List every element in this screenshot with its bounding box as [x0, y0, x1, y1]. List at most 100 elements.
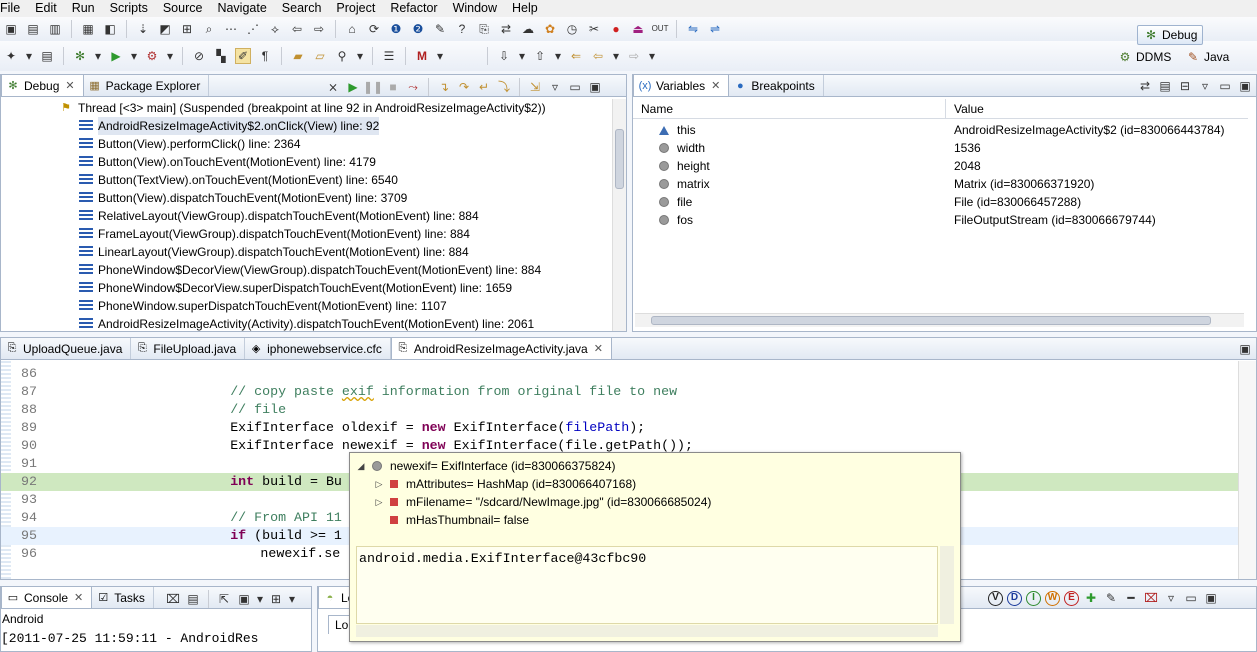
dropdown-icon[interactable]: ▾: [288, 591, 296, 607]
edit-filter-icon[interactable]: ✎: [1103, 590, 1119, 606]
dropdown-icon[interactable]: ▾: [25, 48, 33, 64]
menu-file[interactable]: File: [0, 0, 27, 17]
sync-icon[interactable]: ⇄: [498, 21, 514, 37]
hover-root-node[interactable]: ◢ newexif= ExifInterface (id=83006637582…: [356, 457, 954, 475]
comment-icon[interactable]: ⋰: [245, 21, 261, 37]
variable-row[interactable]: matrix Matrix (id=830066371920): [633, 175, 1246, 193]
dropdown-icon[interactable]: ▾: [130, 48, 138, 64]
save-icon[interactable]: ▤: [25, 21, 41, 37]
stack-frame[interactable]: Button(View).onTouchEvent(MotionEvent) l…: [1, 153, 612, 171]
tab-console[interactable]: ▭ Console ✕: [1, 586, 93, 608]
variable-row[interactable]: this AndroidResizeImageActivity$2 (id=830…: [633, 121, 1246, 139]
maximize-icon[interactable]: ▣: [587, 79, 603, 95]
variable-row[interactable]: file File (id=830066457288): [633, 193, 1246, 211]
stack-frame[interactable]: RelativeLayout(ViewGroup).dispatchTouchE…: [1, 207, 612, 225]
log-level-i-button[interactable]: I: [1026, 590, 1041, 606]
editor-tab[interactable]: ⎘ UploadQueue.java: [1, 338, 132, 359]
code-line[interactable]: 86: [1, 365, 1238, 383]
open-console-icon[interactable]: ⊞: [268, 591, 284, 607]
collapse-arrow-icon[interactable]: ◢: [356, 457, 366, 475]
back-icon[interactable]: ⇦: [289, 21, 305, 37]
variable-row[interactable]: height 2048: [633, 157, 1246, 175]
remove-terminated-icon[interactable]: ⨯: [325, 79, 341, 95]
menu-help[interactable]: Help: [504, 0, 545, 17]
stack-frame[interactable]: Button(TextView).onTouchEvent(MotionEven…: [1, 171, 612, 189]
code-line[interactable]: 87 // copy paste exif information from or…: [1, 383, 1238, 401]
dropdown-icon[interactable]: ▾: [612, 48, 620, 64]
clock-icon[interactable]: ◷: [564, 21, 580, 37]
dropdown-icon[interactable]: ▾: [436, 48, 444, 64]
hover-field-node[interactable]: mHasThumbnail= false: [356, 511, 954, 529]
cloud-icon[interactable]: ☁: [520, 21, 536, 37]
menu-edit[interactable]: Edit: [27, 0, 64, 17]
suspend-icon[interactable]: ❚❚: [363, 79, 383, 95]
show-logical-structure-icon[interactable]: ▤: [1157, 78, 1173, 94]
dropdown-icon[interactable]: ▾: [518, 48, 526, 64]
stack-frame[interactable]: Button(View).dispatchTouchEvent(MotionEv…: [1, 189, 612, 207]
hover-field-node[interactable]: ▷ mFilename= "/sdcard/NewImage.jpg" (id=8…: [356, 493, 954, 511]
toggle-mark-icon[interactable]: ⟡: [267, 21, 283, 37]
hover-detail-pane[interactable]: android.media.ExifInterface@43cfbc90: [356, 546, 938, 624]
dropdown-icon[interactable]: ▾: [94, 48, 102, 64]
breakpoint-skip-icon[interactable]: ⊘: [191, 48, 207, 64]
new-class-icon[interactable]: ◧: [102, 21, 118, 37]
menu-run[interactable]: Run: [64, 0, 102, 17]
editor-tab[interactable]: ⎘ AndroidResizeImageActivity.java ✕: [390, 337, 612, 359]
search-icon[interactable]: ⌕: [201, 21, 217, 37]
next-annotation-icon[interactable]: ⇩: [496, 48, 512, 64]
disconnect-icon[interactable]: ⤳: [405, 79, 421, 95]
view-menu-icon[interactable]: ▿: [1163, 590, 1179, 606]
menu-project[interactable]: Project: [328, 0, 382, 17]
open-icon[interactable]: ▤: [39, 48, 55, 64]
code-line[interactable]: 88 // file: [1, 401, 1238, 419]
tab-breakpoints[interactable]: ● Breakpoints: [729, 75, 824, 96]
pen-icon[interactable]: ✎: [432, 21, 448, 37]
console-output[interactable]: Android [2011-07-25 11:59:11 - AndroidRe…: [1, 610, 311, 651]
refresh-icon[interactable]: ⟳: [366, 21, 382, 37]
step-2-icon[interactable]: ❷: [410, 21, 426, 37]
link-icon[interactable]: ⇋: [685, 21, 701, 37]
open-resource-icon[interactable]: ◩: [157, 21, 173, 37]
pin-console-icon[interactable]: ⇱: [216, 591, 232, 607]
previous-annotation-icon[interactable]: ⇧: [532, 48, 548, 64]
variable-row[interactable]: fos FileOutputStream (id=830066679744): [633, 211, 1246, 229]
maximize-icon[interactable]: ▣: [1203, 590, 1219, 606]
dropdown-icon[interactable]: ▾: [554, 48, 562, 64]
log-level-d-button[interactable]: D: [1007, 590, 1022, 606]
unlink-icon[interactable]: ⇌: [707, 21, 723, 37]
view-menu-icon[interactable]: ▿: [1197, 78, 1213, 94]
forward-icon[interactable]: ⇨: [311, 21, 327, 37]
forward-nav-icon[interactable]: ⇨: [626, 48, 642, 64]
step-into-icon[interactable]: ↴: [436, 79, 452, 95]
palette-icon[interactable]: ✿: [542, 21, 558, 37]
deploy-icon[interactable]: ⏏: [630, 21, 646, 37]
minimize-icon[interactable]: ▭: [567, 79, 583, 95]
print-icon[interactable]: ▥: [47, 21, 63, 37]
remove-filter-icon[interactable]: ━: [1123, 590, 1139, 606]
code-line[interactable]: 89 ExifInterface oldexif = new ExifInterf…: [1, 419, 1238, 437]
help-icon[interactable]: ?: [454, 21, 470, 37]
dropdown-icon[interactable]: ▾: [166, 48, 174, 64]
dropdown-icon[interactable]: ▾: [356, 48, 364, 64]
drop-to-frame-icon[interactable]: ⤵: [496, 79, 512, 95]
close-icon[interactable]: ✕: [594, 342, 603, 355]
java-perspective-button[interactable]: ✎ Java: [1185, 49, 1229, 65]
column-name-header[interactable]: Name: [633, 99, 946, 118]
run-icon[interactable]: ▶: [108, 48, 124, 64]
menu-source[interactable]: Source: [155, 0, 210, 17]
menu-refactor[interactable]: Refactor: [382, 0, 444, 17]
variables-hscrollbar[interactable]: [635, 313, 1244, 327]
close-icon[interactable]: ✕: [74, 591, 83, 604]
open-folder-icon[interactable]: ▰: [290, 48, 306, 64]
menu-search[interactable]: Search: [274, 0, 329, 17]
expand-arrow-icon[interactable]: ▷: [374, 493, 384, 511]
open-hierarchy-icon[interactable]: ⊞: [179, 21, 195, 37]
display-console-icon[interactable]: ▣: [236, 591, 252, 607]
tab-variables[interactable]: (x) Variables ✕: [633, 74, 730, 96]
stack-frame[interactable]: FrameLayout(ViewGroup).dispatchTouchEven…: [1, 225, 612, 243]
menu-scripts[interactable]: Scripts: [102, 0, 155, 17]
stack-frame[interactable]: Button(View).performClick() line: 2364: [1, 135, 612, 153]
dropdown-icon[interactable]: ▾: [256, 591, 264, 607]
maximize-icon[interactable]: ▣: [1237, 78, 1253, 94]
collapse-all-icon[interactable]: ⊟: [1177, 78, 1193, 94]
